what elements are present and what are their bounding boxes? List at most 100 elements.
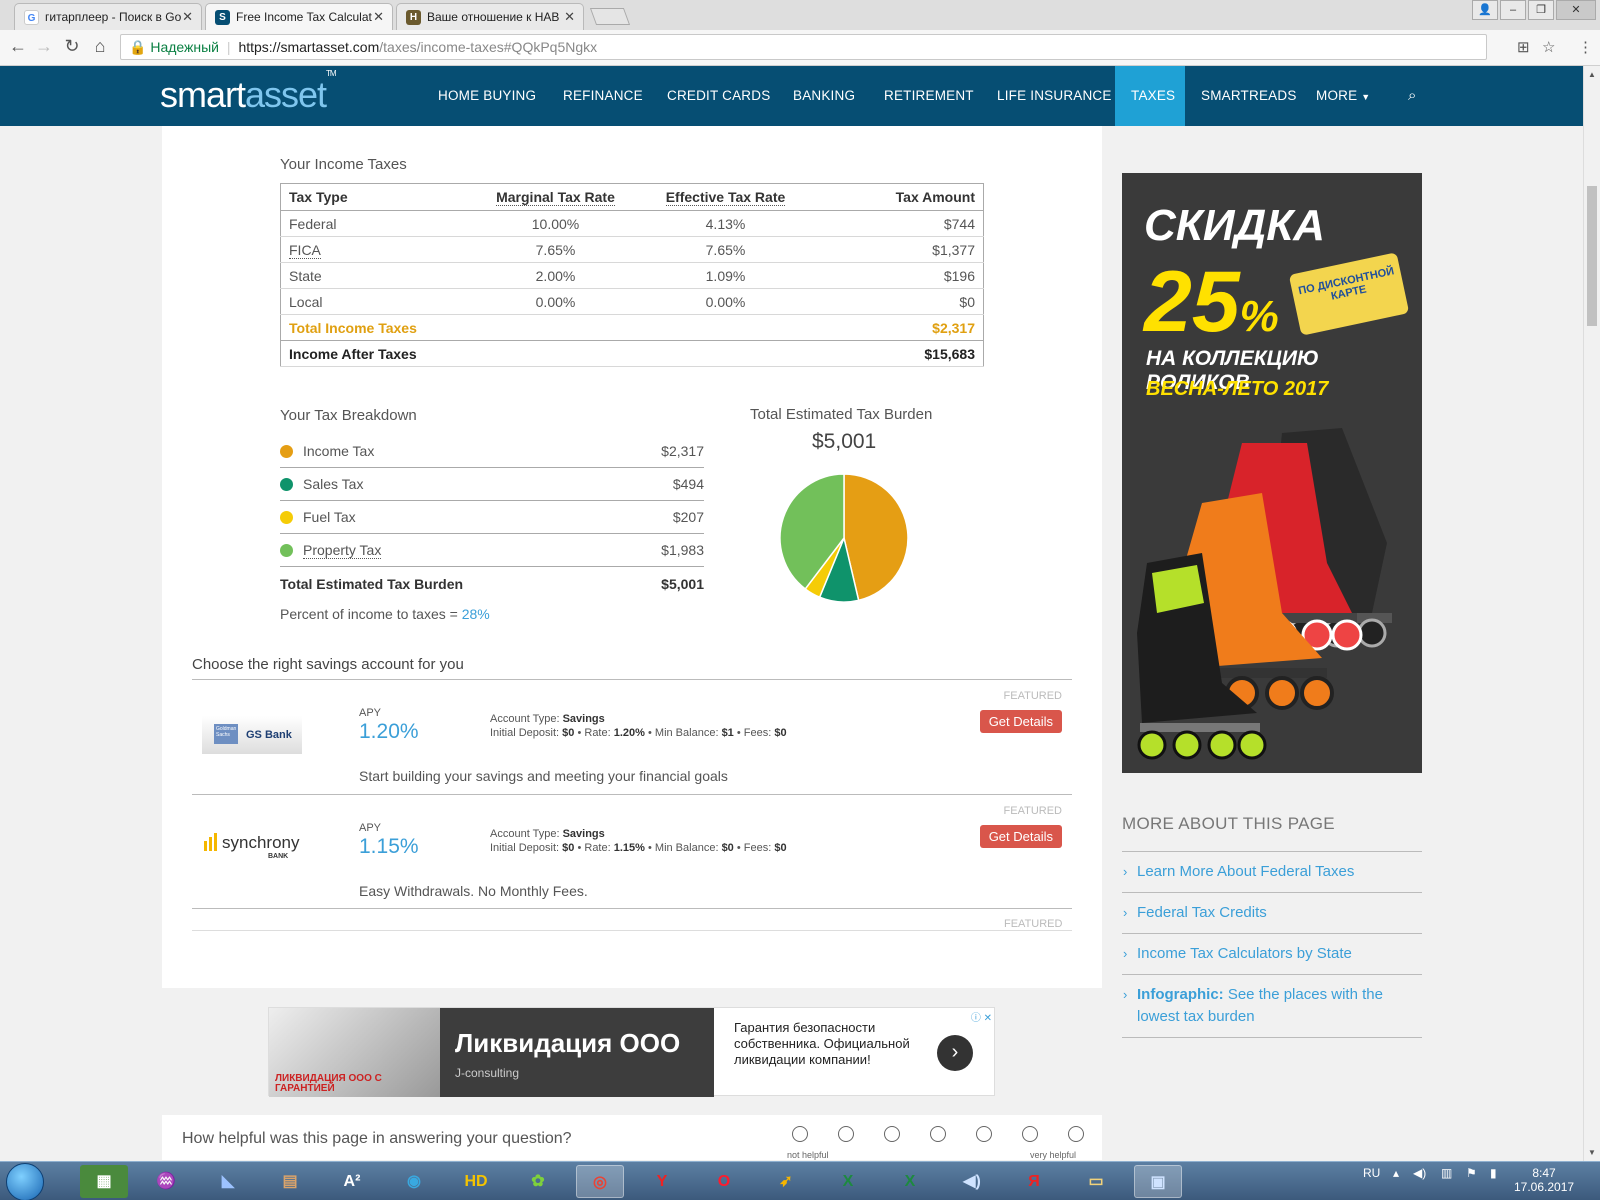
get-details-button[interactable]: Get Details [979, 710, 1062, 733]
apy-value: 1.20% [359, 720, 419, 743]
empty-cell [470, 340, 641, 367]
link-calculators-by-state[interactable]: › Income Tax Calculators by State [1122, 933, 1422, 974]
nav-more[interactable]: MORE ▼ [1300, 66, 1386, 126]
rocket-app-icon[interactable]: ➶ [762, 1165, 810, 1198]
synchrony-bank-logo[interactable]: synchrony BANK [202, 831, 302, 869]
new-tab-button[interactable] [589, 8, 631, 25]
featured-badge: FEATURED [1003, 805, 1062, 817]
aimp-icon[interactable]: A² [328, 1165, 376, 1198]
nav-refinance[interactable]: REFINANCE [547, 66, 659, 126]
detail-label: Account Type: [490, 828, 560, 840]
bookmark-star-icon[interactable]: ☆ [1542, 38, 1555, 56]
language-indicator[interactable]: RU [1363, 1166, 1380, 1180]
nav-banking[interactable]: BANKING [777, 66, 871, 126]
media-player-icon[interactable]: ▤ [266, 1165, 314, 1198]
link-federal-taxes[interactable]: › Learn More About Federal Taxes [1122, 851, 1422, 892]
nav-retirement[interactable]: RETIREMENT [868, 66, 990, 126]
yandex-icon[interactable]: Я [1010, 1165, 1058, 1198]
system-clock[interactable]: 8:47 17.06.2017 [1514, 1166, 1574, 1194]
home-icon[interactable]: ⌂ [88, 36, 112, 57]
browser-toolbar: ← → ↻ ⌂ 🔒 Надежный | https://smartasset.… [0, 30, 1600, 66]
page-scrollbar[interactable]: ▲ ▼ [1583, 66, 1600, 1161]
rating-radio-1[interactable] [792, 1126, 808, 1142]
user-icon[interactable]: 👤 [1472, 0, 1498, 20]
nav-home-buying[interactable]: HOME BUYING [422, 66, 552, 126]
speaker-app-icon[interactable]: ◀) [948, 1165, 996, 1198]
close-icon[interactable]: ✕ [564, 9, 575, 25]
flag-icon[interactable]: ⚑ [1466, 1166, 1477, 1180]
hd-player-icon[interactable]: HD [452, 1165, 500, 1198]
file-explorer-icon[interactable]: ▭ [1072, 1165, 1120, 1198]
liquidation-advertisement[interactable]: ЛИКВИДАЦИЯ ООО С ГАРАНТИЕЙ Ликвидация ОО… [268, 1007, 995, 1097]
smartasset-logo[interactable]: smartassetTM [160, 69, 337, 116]
list-item: Property Tax $1,983 [280, 534, 704, 567]
tax-amount-cell: $744 [810, 210, 984, 237]
network-icon[interactable]: ▥ [1441, 1166, 1452, 1180]
opera-icon[interactable]: O [700, 1165, 748, 1198]
reload-icon[interactable]: ↻ [60, 36, 84, 57]
yandex-browser-icon[interactable]: Y [638, 1165, 686, 1198]
fica-link[interactable]: FICA [289, 241, 321, 259]
search-icon[interactable]: ⌕ [1392, 66, 1433, 126]
effective-header-label: Effective Tax Rate [665, 189, 786, 206]
ad-headline: СКИДКА [1144, 201, 1326, 250]
calculator-app-icon[interactable]: ▦ [80, 1165, 128, 1198]
translate-icon[interactable]: ⊞ [1517, 38, 1530, 56]
audio-editor-icon[interactable]: ♒ [142, 1165, 190, 1198]
chrome-icon[interactable]: ◎ [576, 1165, 624, 1198]
windows-start-button[interactable] [6, 1163, 44, 1200]
tax-type-cell[interactable]: FICA [280, 236, 471, 263]
close-icon[interactable]: ✕ [373, 9, 384, 25]
browser-tab-smartasset[interactable]: S Free Income Tax Calculat ✕ [205, 3, 393, 30]
camera-app-icon[interactable]: ◉ [390, 1165, 438, 1198]
detail-label: Min Balance: [654, 842, 719, 854]
nav-taxes[interactable]: TAXES [1115, 66, 1185, 126]
menu-icon[interactable]: ⋮ [1578, 38, 1593, 56]
arrow-right-icon[interactable]: › [937, 1035, 973, 1071]
get-details-button[interactable]: Get Details [979, 825, 1062, 848]
nav-life-insurance[interactable]: LIFE INSURANCE [981, 66, 1128, 126]
scrollbar-thumb[interactable] [1587, 186, 1597, 326]
video-editor-icon[interactable]: ◣ [204, 1165, 252, 1198]
scroll-down-icon[interactable]: ▼ [1588, 1148, 1596, 1157]
browser-tab-google[interactable]: G гитарплеер - Поиск в Go ✕ [14, 3, 202, 30]
nav-credit-cards[interactable]: CREDIT CARDS [651, 66, 786, 126]
scroll-up-icon[interactable]: ▲ [1588, 70, 1596, 79]
address-bar[interactable]: 🔒 Надежный | https://smartasset.com/taxe… [120, 34, 1487, 60]
item-value: $1,983 [661, 542, 704, 558]
detail-value: Savings [562, 828, 605, 840]
tray-expand-icon[interactable]: ▴ [1393, 1166, 1399, 1180]
rating-radio-6[interactable] [1022, 1126, 1038, 1142]
rating-radio-2[interactable] [838, 1126, 854, 1142]
close-icon[interactable]: ✕ [182, 9, 193, 25]
excel-icon[interactable]: X [824, 1165, 872, 1198]
back-icon[interactable]: ← [6, 36, 30, 57]
volume-icon[interactable]: ◀) [1413, 1166, 1426, 1180]
total-value: $5,001 [661, 576, 704, 592]
ad-info-close-icon[interactable]: ⓘ ✕ [971, 1009, 992, 1024]
control-panel-icon[interactable]: ▣ [1134, 1165, 1182, 1198]
close-window-button[interactable]: ✕ [1556, 0, 1596, 20]
col-header-marginal[interactable]: Marginal Tax Rate [470, 183, 641, 211]
property-tax-link[interactable]: Property Tax [303, 542, 382, 559]
col-header-effective[interactable]: Effective Tax Rate [640, 183, 811, 211]
item-label: Fuel Tax [303, 509, 356, 525]
rating-radio-7[interactable] [1068, 1126, 1084, 1142]
rating-radio-3[interactable] [884, 1126, 900, 1142]
gs-bank-logo[interactable]: Goldman Sachs GS Bank [202, 716, 302, 754]
power-icon[interactable]: ▮ [1490, 1166, 1497, 1180]
rating-radio-4[interactable] [930, 1126, 946, 1142]
excel-2-icon[interactable]: X [886, 1165, 934, 1198]
restore-button[interactable]: ❐ [1528, 0, 1554, 20]
windows-taskbar: ▦ ♒ ◣ ▤ A² ◉ HD ✿ ◎ Y O ➶ X X ◀) Я ▭ ▣ [0, 1161, 1600, 1200]
link-federal-tax-credits[interactable]: › Federal Tax Credits [1122, 892, 1422, 933]
link-infographic[interactable]: › Infographic: See the places with the l… [1122, 974, 1422, 1038]
minimize-button[interactable]: – [1500, 0, 1526, 20]
nav-smartreads[interactable]: SMARTREADS [1185, 66, 1313, 126]
detail-value: Savings [562, 713, 605, 725]
browser-tab-habr[interactable]: H Ваше отношение к HAB ✕ [396, 3, 584, 30]
icq-icon[interactable]: ✿ [514, 1165, 562, 1198]
rollerblade-advertisement[interactable]: СКИДКА 25% ПО ДИСКОНТНОЙ КАРТЕ НА КОЛЛЕК… [1122, 173, 1422, 773]
rating-radio-5[interactable] [976, 1126, 992, 1142]
forward-icon[interactable]: → [32, 36, 56, 57]
